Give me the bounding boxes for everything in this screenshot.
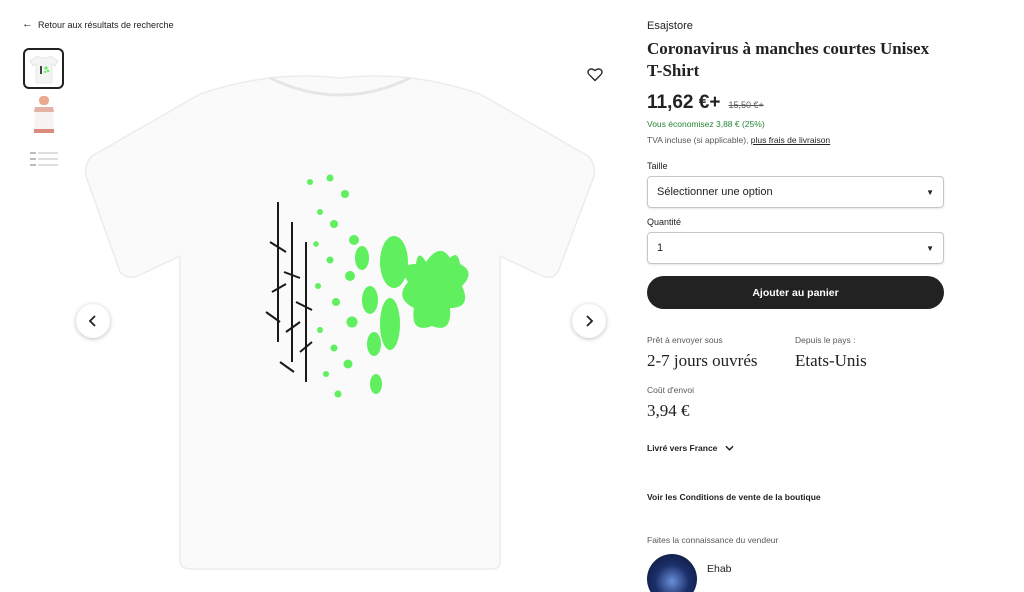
size-select-value: Sélectionner une option — [657, 186, 773, 198]
model-thumbnail-icon — [33, 95, 54, 133]
back-link-label: Retour aux résultats de recherche — [38, 19, 174, 30]
add-to-cart-button[interactable]: Ajouter au panier — [647, 276, 944, 309]
ships-from-label: Depuis le pays : — [795, 335, 856, 345]
deliver-to-dropdown[interactable]: Livré vers France — [647, 443, 944, 453]
favorite-button[interactable] — [583, 62, 607, 86]
size-chart-thumbnail-icon — [29, 151, 58, 166]
chevron-right-icon — [586, 315, 594, 327]
tshirt-thumbnail-icon — [28, 55, 59, 83]
shop-terms-link[interactable]: Voir les Conditions de vente de la bouti… — [647, 492, 944, 502]
original-price: 15,50 €+ — [728, 100, 764, 110]
caret-down-icon: ▼ — [926, 187, 934, 197]
product-image-stage — [70, 48, 620, 592]
deliver-to-label: Livré vers France — [647, 443, 718, 453]
caret-down-icon: ▼ — [926, 243, 934, 253]
thumbnail-model[interactable] — [23, 94, 64, 135]
shipping-cost-label: Coût d'envoi — [647, 385, 694, 395]
arrow-left-icon: ← — [22, 18, 33, 30]
thumbnail-tshirt[interactable] — [23, 48, 64, 89]
thumbnail-size-chart[interactable] — [23, 140, 64, 181]
heart-icon — [587, 67, 603, 81]
thumbnail-strip — [23, 48, 65, 186]
ready-to-ship-value: 2-7 jours ouvrés — [647, 351, 758, 370]
meet-seller-label: Faites la connaissance du vendeur — [647, 535, 779, 545]
avatar[interactable] — [647, 554, 697, 592]
quantity-label: Quantité — [647, 217, 682, 227]
size-select[interactable]: Sélectionner une option ▼ — [647, 176, 944, 208]
shop-name-link[interactable]: Esajstore — [647, 20, 944, 32]
chevron-left-icon — [88, 315, 96, 327]
quantity-select-value: 1 — [657, 242, 664, 254]
chevron-down-icon — [725, 445, 735, 451]
shipping-info: Prêt à envoyer sous 2-7 jours ouvrés Dep… — [647, 335, 944, 371]
previous-image-button[interactable] — [76, 304, 110, 338]
next-image-button[interactable] — [572, 304, 606, 338]
ready-to-ship-label: Prêt à envoyer sous — [647, 335, 723, 345]
shipping-cost: Coût d'envoi 3,94 € — [647, 385, 944, 421]
product-title: Coronavirus à manches courtes Unisex T-S… — [647, 39, 930, 80]
tax-text: TVA incluse (si applicable), — [647, 135, 751, 145]
back-to-results-link[interactable]: ← Retour aux résultats de recherche — [22, 19, 174, 30]
savings-text: Vous économisez 3,88 € (25%) — [647, 119, 765, 129]
quantity-select[interactable]: 1 ▼ — [647, 232, 944, 264]
price-row: 11,62 €+ 15,50 €+ — [647, 92, 944, 114]
seller-card[interactable]: Ehab — [647, 554, 944, 592]
ships-from-value: Etats-Unis — [795, 351, 867, 370]
seller-name: Ehab — [707, 563, 732, 575]
tshirt-product-image — [84, 75, 596, 570]
size-label: Taille — [647, 161, 668, 171]
current-price: 11,62 €+ — [647, 92, 721, 113]
shipping-cost-value: 3,94 € — [647, 401, 690, 420]
shipping-fees-link[interactable]: plus frais de livraison — [751, 135, 830, 145]
tax-info: TVA incluse (si applicable), plus frais … — [647, 135, 944, 145]
product-info-panel: Esajstore Coronavirus à manches courtes … — [647, 20, 944, 592]
